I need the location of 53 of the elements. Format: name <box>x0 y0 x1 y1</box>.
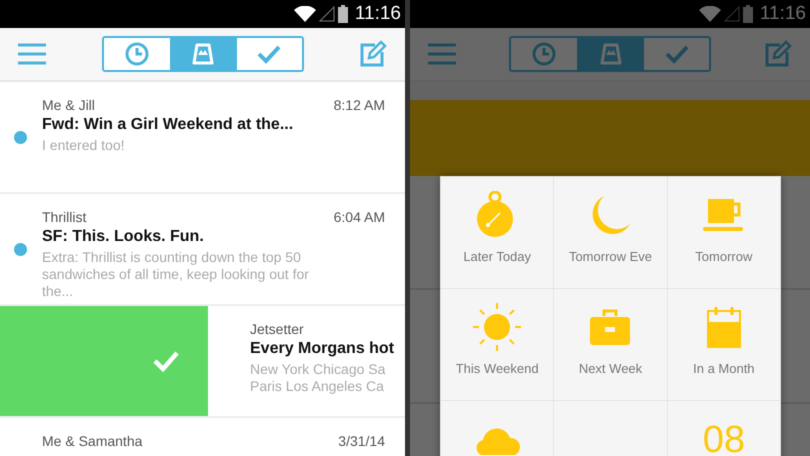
message-row[interactable]: Me & Samantha 3/31/14 <box>0 418 405 456</box>
sun-icon <box>471 303 524 351</box>
menu-icon[interactable] <box>428 43 456 65</box>
menu-icon[interactable] <box>18 43 46 65</box>
snooze-option[interactable]: Next Week <box>554 289 667 400</box>
message-preview: Extra: Thrillist is counting down the top 50 sandwiches of all time, keep looking out for the... <box>42 249 310 300</box>
check-icon <box>256 44 282 64</box>
message-time: 8:12 AM <box>334 97 385 113</box>
compose-icon <box>359 40 387 68</box>
check-icon <box>152 350 180 372</box>
clock-time: 11:16 <box>760 3 806 25</box>
compose-button[interactable] <box>359 40 387 68</box>
check-tab[interactable] <box>236 38 302 70</box>
message-sender: Thrillist <box>42 209 86 225</box>
snooze-option[interactable]: Tomorrow Eve <box>554 177 667 288</box>
message-sender: Me & Jill <box>42 97 95 113</box>
snooze-option[interactable]: In a Month <box>668 289 780 400</box>
clock-tab[interactable] <box>104 38 170 70</box>
snooze-option[interactable]: Later Today <box>441 177 554 288</box>
message-subject: SF: This. Looks. Fun. <box>42 228 205 246</box>
date-number: 08 <box>702 419 745 456</box>
message-preview: New York Chicago Sa Paris Los Angeles Ca <box>250 361 386 395</box>
compose-icon <box>764 40 792 68</box>
message-subject: Fwd: Win a Girl Weekend at the... <box>42 116 294 134</box>
wifi-icon <box>294 6 316 22</box>
signal-icon <box>724 6 740 22</box>
tray-tab[interactable] <box>170 38 236 70</box>
signal-icon <box>318 6 335 22</box>
message-time: 6:04 AM <box>334 209 385 225</box>
wifi-icon <box>698 6 721 22</box>
tray-icon <box>598 43 622 65</box>
message-time: 3/31/14 <box>338 433 385 449</box>
snooze-option[interactable]: Tomorrow <box>668 177 780 288</box>
message-subject: Every Morgans hot <box>250 340 396 358</box>
clock-icon <box>124 42 148 66</box>
tray-tab[interactable] <box>577 38 643 70</box>
calendar-icon <box>706 306 742 348</box>
message-preview: I entered too! <box>42 137 126 154</box>
clock-icon <box>532 42 556 66</box>
compose-button[interactable] <box>764 40 792 68</box>
tray-icon <box>191 43 215 65</box>
cup-icon <box>702 197 745 233</box>
briefcase-icon <box>589 308 632 346</box>
battery-icon <box>742 5 753 23</box>
clock-time: 11:16 <box>354 3 401 25</box>
snooze-option[interactable]: This Weekend <box>441 289 554 400</box>
message-row[interactable]: Me & Jill 8:12 AM Fwd: Win a Girl Weekend at the... I entered too! <box>0 82 405 194</box>
battery-icon <box>338 5 348 23</box>
check-tab[interactable] <box>643 38 709 70</box>
message-sender: Me & Samantha <box>42 433 142 449</box>
message-sender: Jetsetter <box>250 321 305 337</box>
message-row[interactable]: Jetsetter Every Morgans hot New York Chicago Sa Paris Los Angeles Ca <box>0 306 405 418</box>
check-icon <box>664 44 690 64</box>
